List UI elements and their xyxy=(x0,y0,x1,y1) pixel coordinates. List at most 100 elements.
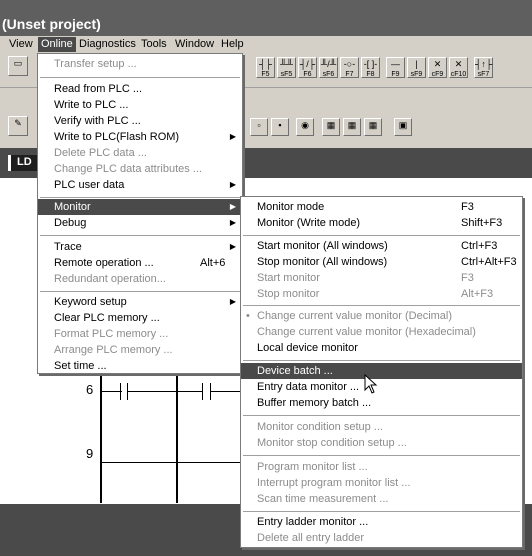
menu-item-format-plc-memory[interactable]: Format PLC memory ... xyxy=(38,326,242,342)
submenu-arrow-icon: ▶ xyxy=(229,132,236,141)
menu-item-monitor-condition-setup[interactable]: Monitor condition setup ... xyxy=(241,419,522,435)
closed-branch-icon: ╨/╨ xyxy=(320,59,337,69)
menu-item-entry-data-monitor[interactable]: Entry data monitor ... xyxy=(241,379,522,395)
instruction-button[interactable]: -[ ]- F8 xyxy=(361,57,380,78)
zoom-in-icon[interactable]: ▪ xyxy=(271,118,289,136)
menu-item-keyword-setup[interactable]: Keyword setup ▶ xyxy=(38,294,242,310)
menu-item-start-monitor-all[interactable]: Start monitor (All windows) Ctrl+F3 xyxy=(241,238,522,254)
menu-item-clear-plc-memory[interactable]: Clear PLC memory ... xyxy=(38,310,242,326)
rising-pulse-button[interactable]: ┤↑├ sF7 xyxy=(474,57,493,78)
open-branch-icon: ╨╨ xyxy=(280,59,293,69)
submenu-arrow-icon: ▶ xyxy=(229,242,236,251)
rung-line xyxy=(102,462,242,463)
menu-item-entry-ladder-monitor[interactable]: Entry ladder monitor ... xyxy=(241,514,522,530)
menu-item-scan-time-measurement[interactable]: Scan time measurement ... xyxy=(241,491,522,507)
menu-item-verify-with-plc[interactable]: Verify with PLC ... xyxy=(38,113,242,129)
branch-line xyxy=(176,373,178,503)
rising-pulse-icon: ┤↑├ xyxy=(475,59,493,69)
closed-contact-icon: ┤/├ xyxy=(299,59,316,69)
submenu-arrow-icon: ▶ xyxy=(229,297,236,306)
vertical-line-button[interactable]: | sF9 xyxy=(407,57,426,78)
horizontal-line-button[interactable]: — F9 xyxy=(386,57,405,78)
menu-item-remote-operation[interactable]: Remote operation ... Alt+6 xyxy=(38,255,242,271)
menu-separator xyxy=(243,305,520,306)
submenu-arrow-icon: ▶ xyxy=(229,180,236,189)
shortcut-text: Ctrl+F3 xyxy=(461,240,498,252)
menu-tools[interactable]: Tools xyxy=(138,37,170,52)
delete-vertical-line-button[interactable]: ✕ cF10 xyxy=(449,57,468,78)
menu-item-buffer-memory-batch[interactable]: Buffer memory batch ... xyxy=(241,395,522,411)
menu-item-change-plc-data-attributes[interactable]: Change PLC data attributes ... xyxy=(38,161,242,177)
menu-item-delete-all-entry-ladder[interactable]: Delete all entry ladder xyxy=(241,530,522,546)
menu-view[interactable]: View xyxy=(6,37,36,52)
menu-item-change-value-hex[interactable]: Change current value monitor (Hexadecima… xyxy=(241,324,522,340)
menu-item-program-monitor-list[interactable]: Program monitor list ... xyxy=(241,459,522,475)
shortcut-text: Ctrl+Alt+F3 xyxy=(461,256,517,268)
delete-vertical-line-icon: ✕ xyxy=(454,59,463,69)
menu-item-transfer-setup[interactable]: Transfer setup ... xyxy=(38,56,242,72)
contact-left xyxy=(120,383,121,400)
radio-dot-icon: • xyxy=(246,310,250,322)
menu-item-read-from-plc[interactable]: Read from PLC ... xyxy=(38,81,242,97)
menu-item-device-batch[interactable]: Device batch ... xyxy=(241,363,522,379)
menu-item-monitor[interactable]: Monitor ▶ xyxy=(38,199,242,215)
rung-line xyxy=(211,391,241,392)
device-batch-icon[interactable]: ▦ xyxy=(364,118,382,136)
menu-item-interrupt-program-monitor-list[interactable]: Interrupt program monitor list ... xyxy=(241,475,522,491)
device-table-icon[interactable]: ▦ xyxy=(343,118,361,136)
menu-separator xyxy=(243,235,520,236)
delete-horizontal-line-button[interactable]: ✕ cF9 xyxy=(428,57,447,78)
coil-button[interactable]: -○- F7 xyxy=(340,57,359,78)
instruction-icon: -[ ]- xyxy=(363,59,378,69)
rung-number: 6 xyxy=(86,382,94,397)
open-branch-button[interactable]: ╨╨ sF5 xyxy=(277,57,296,78)
menu-item-monitor-mode[interactable]: Monitor mode F3 xyxy=(241,199,522,215)
shortcut-text: Alt+F3 xyxy=(461,288,494,300)
menu-item-arrange-plc-memory[interactable]: Arrange PLC memory ... xyxy=(38,342,242,358)
device-list-icon[interactable]: ▦ xyxy=(322,118,340,136)
contact-left xyxy=(202,383,203,400)
horizontal-line-icon: — xyxy=(391,59,400,69)
menu-help[interactable]: Help xyxy=(218,37,247,52)
title-bar: (Unset project) xyxy=(0,0,532,36)
menu-separator xyxy=(243,415,520,416)
menu-item-change-value-decimal[interactable]: • Change current value monitor (Decimal) xyxy=(241,308,522,324)
closed-contact-button[interactable]: ┤/├ F6 xyxy=(298,57,317,78)
menu-item-debug[interactable]: Debug ▶ xyxy=(38,215,242,231)
coil-icon: -○- xyxy=(343,59,356,69)
submenu-arrow-icon: ▶ xyxy=(229,218,236,227)
menu-separator xyxy=(40,77,240,78)
menu-item-trace[interactable]: Trace ▶ xyxy=(38,239,242,255)
menu-online[interactable]: Online xyxy=(38,37,76,52)
open-contact-icon: ┤├ xyxy=(259,59,272,69)
shortcut-text: F3 xyxy=(461,201,474,213)
menu-item-delete-plc-data[interactable]: Delete PLC data ... xyxy=(38,145,242,161)
open-contact-button[interactable]: ┤├ F5 xyxy=(256,57,275,78)
menu-separator xyxy=(40,197,240,198)
menu-item-stop-monitor[interactable]: Stop monitor Alt+F3 xyxy=(241,286,522,302)
mouse-cursor-icon xyxy=(364,374,378,394)
rung-number: 9 xyxy=(86,446,94,461)
menu-separator xyxy=(243,455,520,456)
find-icon[interactable]: ◉ xyxy=(296,118,314,136)
menu-item-monitor-write-mode[interactable]: Monitor (Write mode) Shift+F3 xyxy=(241,215,522,231)
menu-bar: View Online Diagnostics Tools Window Hel… xyxy=(0,36,532,53)
menu-item-stop-monitor-all[interactable]: Stop monitor (All windows) Ctrl+Alt+F3 xyxy=(241,254,522,270)
menu-item-monitor-stop-condition-setup[interactable]: Monitor stop condition setup ... xyxy=(241,435,522,451)
screen-icon[interactable]: ▣ xyxy=(394,118,412,136)
menu-item-redundant-operation[interactable]: Redundant operation... xyxy=(38,271,242,287)
menu-diagnostics[interactable]: Diagnostics xyxy=(76,37,139,52)
vertical-line-icon: | xyxy=(415,59,418,69)
menu-window[interactable]: Window xyxy=(172,37,217,52)
menu-item-write-to-plc-flash-rom[interactable]: Write to PLC(Flash ROM) ▶ xyxy=(38,129,242,145)
menu-item-plc-user-data[interactable]: PLC user data ▶ xyxy=(38,177,242,193)
window-icon[interactable]: ▭ xyxy=(8,56,28,76)
edit-icon[interactable]: ✎ xyxy=(8,116,28,136)
menu-item-write-to-plc[interactable]: Write to PLC ... xyxy=(38,97,242,113)
closed-branch-button[interactable]: ╨/╨ sF6 xyxy=(319,57,338,78)
menu-item-local-device-monitor[interactable]: Local device monitor xyxy=(241,340,522,356)
menu-item-set-time[interactable]: Set time ... xyxy=(38,358,242,374)
menu-item-start-monitor[interactable]: Start monitor F3 xyxy=(241,270,522,286)
zoom-out-icon[interactable]: ▫ xyxy=(250,118,268,136)
menu-separator xyxy=(40,235,240,236)
